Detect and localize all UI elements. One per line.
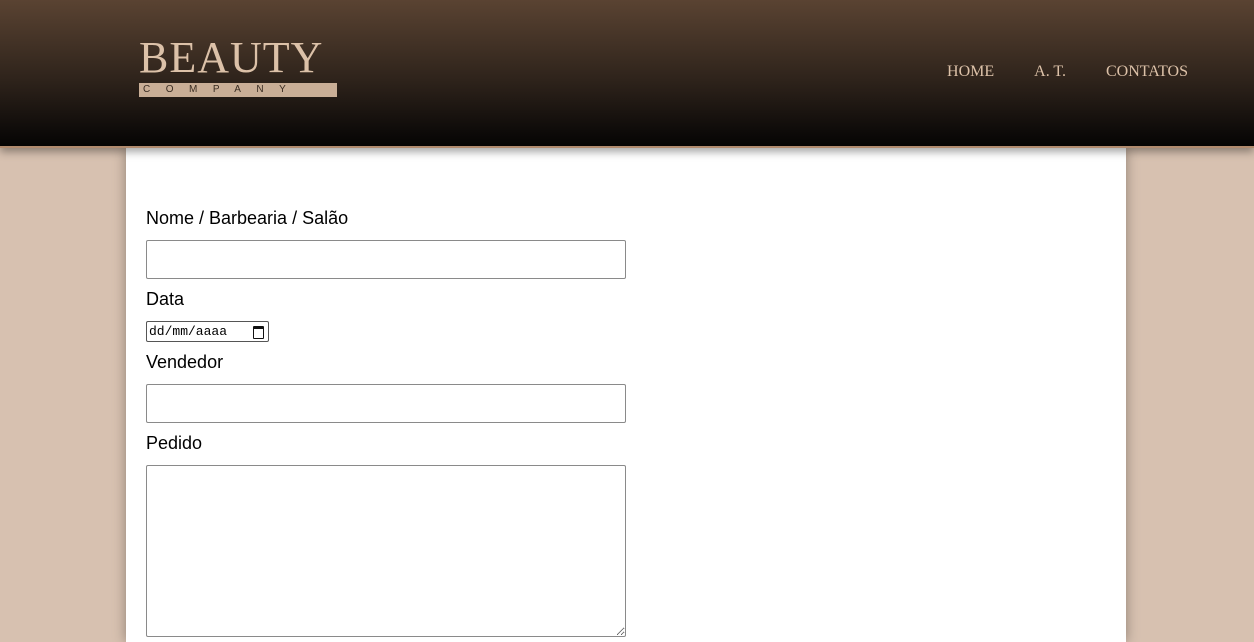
nav-at-link[interactable]: A. T. bbox=[1034, 63, 1066, 81]
order-textarea[interactable] bbox=[146, 465, 626, 637]
main-nav: HOME A. T. CONTATOS bbox=[947, 63, 1188, 81]
date-label: Data bbox=[146, 289, 185, 309]
date-input[interactable]: dd/mm/aaaa bbox=[146, 321, 269, 342]
brand-logo[interactable]: BEAUTY COMPANY bbox=[139, 36, 337, 97]
seller-input[interactable] bbox=[146, 384, 626, 423]
nav-home-link[interactable]: HOME bbox=[947, 63, 994, 81]
order-form: Nome / Barbearia / Salão Data dd/mm/aaaa… bbox=[146, 208, 626, 637]
brand-name: BEAUTY bbox=[139, 33, 324, 82]
name-input[interactable] bbox=[146, 240, 626, 279]
name-label: Nome / Barbearia / Salão bbox=[146, 208, 349, 228]
content-panel: Nome / Barbearia / Salão Data dd/mm/aaaa… bbox=[126, 148, 1126, 642]
calendar-icon[interactable] bbox=[253, 326, 264, 339]
order-label: Pedido bbox=[146, 433, 203, 453]
brand-subtitle: COMPANY bbox=[139, 83, 337, 97]
site-header: BEAUTY COMPANY HOME A. T. CONTATOS bbox=[0, 0, 1254, 148]
seller-label: Vendedor bbox=[146, 352, 224, 372]
nav-contatos-link[interactable]: CONTATOS bbox=[1106, 63, 1188, 81]
date-placeholder: dd/mm/aaaa bbox=[149, 324, 228, 339]
